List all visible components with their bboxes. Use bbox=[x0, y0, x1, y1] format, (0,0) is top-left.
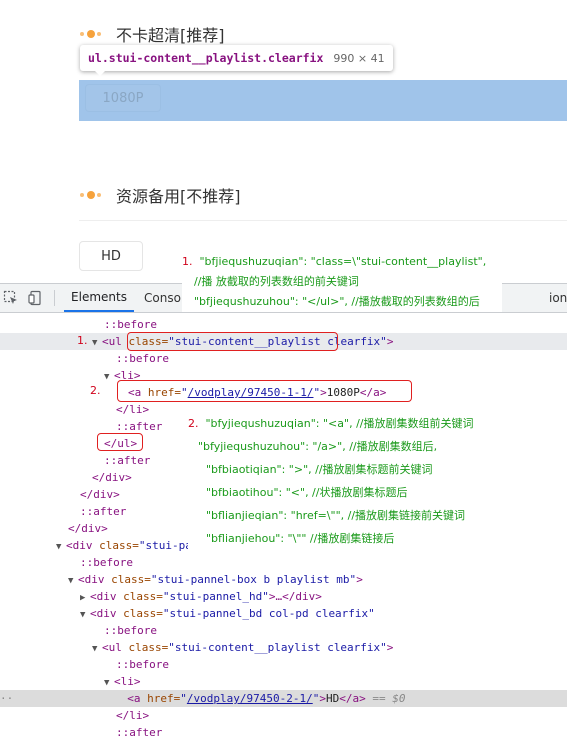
href-link[interactable]: /vodplay/97450-2-1/ bbox=[187, 692, 313, 705]
annotation-box-class bbox=[127, 332, 338, 351]
inspect-element-icon[interactable] bbox=[3, 290, 19, 306]
tree-row[interactable]: ▶ <div class="stui-pannel_hd">…</div> bbox=[0, 588, 567, 605]
annotation-note-2: 2. "bfyjiequshuzuqian": "<a", //播放剧集数组前关… bbox=[188, 412, 508, 550]
tree-row[interactable]: ▼ <div class="stui-pannel-box b playlist … bbox=[0, 571, 567, 588]
tree-row[interactable]: ▼ <ul class="stui-content__playlist clear… bbox=[0, 639, 567, 656]
tooltip-dimensions: 990 × 41 bbox=[333, 51, 385, 65]
tree-row[interactable]: ::before bbox=[0, 622, 567, 639]
tree-row-selected-anchor-hd[interactable]: ·· <a href="/vodplay/97450-2-1/">HD</a> =… bbox=[0, 690, 567, 707]
episode-button-hd[interactable]: HD bbox=[79, 241, 143, 271]
tree-row[interactable]: ::before bbox=[0, 316, 567, 333]
tooltip-selector: ul.stui-content__playlist.clearfix bbox=[88, 51, 324, 65]
section-title-text: 资源备用[不推荐] bbox=[116, 187, 241, 206]
tree-row[interactable]: </li> bbox=[0, 707, 567, 724]
tree-row[interactable]: ▼ <div class="stui-pannel_bd col-pd clear… bbox=[0, 605, 567, 622]
annotation-box-ul-close bbox=[97, 433, 143, 451]
section-title-recommended: 不卡超清[推荐] bbox=[80, 22, 225, 46]
dots-icon bbox=[80, 27, 102, 41]
page-preview: 不卡超清[推荐] 1080P 资源备用[不推荐] HD ul.stui-cont… bbox=[0, 0, 567, 271]
tree-row[interactable]: ::before bbox=[0, 656, 567, 673]
inspect-tooltip: ul.stui-content__playlist.clearfix 990 ×… bbox=[80, 45, 393, 76]
tab-console[interactable]: Consol bbox=[144, 284, 184, 312]
annotation-box-anchor bbox=[117, 380, 412, 402]
device-toolbar-icon[interactable] bbox=[28, 290, 44, 306]
annotation-note-1: 1. "bfjiequshuzuqian": "class=\"stui-con… bbox=[182, 252, 502, 312]
tree-row[interactable]: ▼ <li> bbox=[0, 673, 567, 690]
episode-button-1080p[interactable]: 1080P bbox=[85, 84, 161, 112]
section-title-text: 不卡超清[推荐] bbox=[116, 26, 225, 45]
tab-more[interactable]: ion bbox=[549, 284, 567, 312]
dots-icon bbox=[80, 188, 102, 202]
annotation-number-2: 2. bbox=[90, 384, 101, 397]
tab-elements[interactable]: Elements bbox=[64, 284, 134, 312]
toolbar-separator bbox=[54, 290, 55, 306]
section-title-backup: 资源备用[不推荐] bbox=[80, 183, 241, 207]
divider bbox=[79, 220, 567, 221]
tree-row[interactable]: ::before bbox=[0, 350, 567, 367]
annotation-number-1: 1. bbox=[77, 334, 88, 347]
tree-row[interactable]: ::before bbox=[0, 554, 567, 571]
